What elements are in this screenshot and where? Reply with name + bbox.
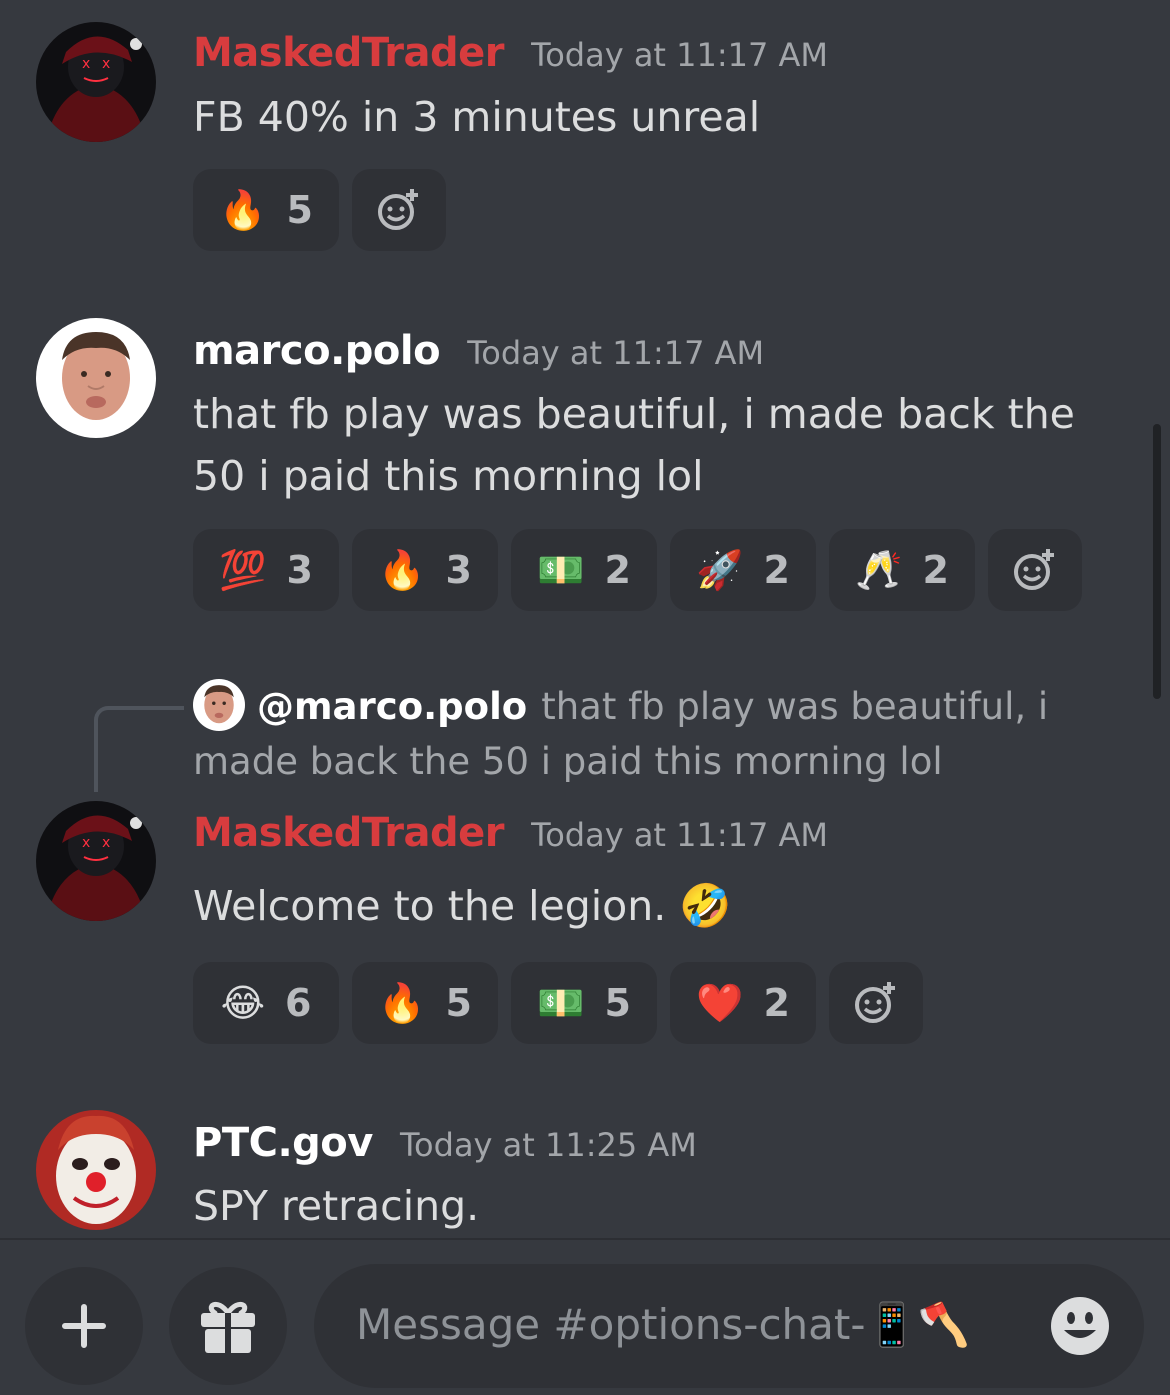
emoji-picker-button[interactable]: [1050, 1296, 1110, 1356]
reply-mention[interactable]: @marco.polo: [257, 685, 527, 728]
message-text: Welcome to the legion.: [193, 882, 667, 930]
message-placeholder: Message #options-chat-📱🪓: [356, 1300, 971, 1349]
author-name[interactable]: PTC.gov: [193, 1120, 373, 1166]
add-reaction-button[interactable]: [829, 962, 923, 1044]
reaction-fire[interactable]: 🔥 5: [193, 169, 339, 251]
reaction-heart[interactable]: ❤️ 2: [670, 962, 816, 1044]
timestamp: Today at 11:25 AM: [399, 1126, 697, 1164]
dollar-bill-icon: 💵: [537, 981, 585, 1025]
reply-reference[interactable]: @marco.polo that fb play was beautiful, i…: [193, 678, 1113, 789]
reaction-count: 5: [604, 981, 631, 1025]
gift-button[interactable]: [169, 1267, 287, 1385]
add-reaction-icon: [855, 982, 895, 1023]
reaction-count: 3: [445, 548, 472, 592]
hundred-points-icon: 💯: [219, 548, 267, 592]
add-reaction-button[interactable]: [988, 529, 1082, 611]
reaction-money[interactable]: 💵 2: [511, 529, 657, 611]
avatar[interactable]: x x: [36, 22, 156, 142]
masked-figure-avatar-icon: x x: [36, 801, 156, 921]
add-reaction-icon: [378, 189, 418, 230]
message-text: SPY retracing.: [193, 1182, 480, 1230]
fire-icon: 🔥: [219, 188, 267, 232]
reaction-rocket[interactable]: 🚀 2: [670, 529, 816, 611]
masked-figure-avatar-icon: x x: [36, 22, 156, 142]
message-text: that fb play was beautiful, i made back …: [193, 390, 1075, 500]
reaction-count: 5: [286, 188, 313, 232]
red-heart-icon: ❤️: [696, 981, 744, 1025]
reaction-joy[interactable]: 😂 6: [193, 962, 339, 1044]
reactions-row: 💯 3 🔥 3 💵 2 🚀 2 🥂 2: [193, 529, 1082, 611]
reaction-count: 5: [445, 981, 472, 1025]
fire-icon: 🔥: [378, 981, 426, 1025]
dollar-bill-icon: 💵: [537, 548, 585, 592]
svg-text:x: x: [102, 835, 110, 851]
man-face-avatar-icon: [193, 678, 245, 731]
reaction-count: 2: [604, 548, 631, 592]
reaction-money[interactable]: 💵 5: [511, 962, 657, 1044]
timestamp: Today at 11:17 AM: [531, 36, 829, 74]
reaction-count: 2: [922, 548, 949, 592]
reply-avatar: [193, 678, 245, 731]
reaction-fire[interactable]: 🔥 5: [352, 962, 498, 1044]
add-reaction-icon: [1014, 549, 1054, 590]
reaction-count: 6: [284, 981, 312, 1025]
reaction-count: 3: [286, 548, 313, 592]
reply-spine: [94, 706, 184, 792]
reactions-row: 🔥 5: [193, 169, 446, 251]
timestamp: Today at 11:17 AM: [531, 816, 829, 854]
message-text: FB 40% in 3 minutes unreal: [193, 93, 761, 141]
message-text-container: Welcome to the legion. 🤣: [193, 875, 1133, 937]
add-reaction-button[interactable]: [352, 169, 446, 251]
attach-button[interactable]: [25, 1267, 143, 1385]
author-name[interactable]: MaskedTrader: [193, 810, 505, 856]
man-face-avatar-icon: [36, 318, 156, 438]
svg-text:x: x: [102, 56, 110, 72]
timestamp: Today at 11:17 AM: [467, 334, 765, 372]
clinking-glasses-icon: 🥂: [855, 548, 903, 592]
fire-icon: 🔥: [378, 548, 426, 592]
author-name[interactable]: marco.polo: [193, 328, 441, 374]
reactions-row: 😂 6 🔥 5 💵 5 ❤️ 2: [193, 962, 923, 1044]
avatar[interactable]: [36, 318, 156, 438]
clown-face-avatar-icon: [36, 1110, 156, 1230]
reaction-fire[interactable]: 🔥 3: [352, 529, 498, 611]
tears-of-joy-icon: 😂: [220, 981, 265, 1025]
plus-icon: [62, 1304, 106, 1348]
rocket-icon: 🚀: [696, 548, 744, 592]
reaction-100[interactable]: 💯 3: [193, 529, 339, 611]
avatar[interactable]: [36, 1110, 156, 1230]
svg-text:x: x: [82, 56, 90, 72]
reaction-count: 2: [763, 981, 790, 1025]
svg-text:x: x: [82, 835, 90, 851]
author-name[interactable]: MaskedTrader: [193, 30, 505, 76]
smiley-icon: [1051, 1297, 1109, 1355]
message-input[interactable]: Message #options-chat-📱🪓: [314, 1264, 1144, 1388]
reaction-count: 2: [763, 548, 790, 592]
reaction-champagne[interactable]: 🥂 2: [829, 529, 975, 611]
scrollbar[interactable]: [1153, 424, 1161, 699]
gift-icon: [201, 1301, 255, 1353]
rolling-laughing-icon: 🤣: [679, 881, 732, 930]
avatar[interactable]: x x: [36, 801, 156, 921]
